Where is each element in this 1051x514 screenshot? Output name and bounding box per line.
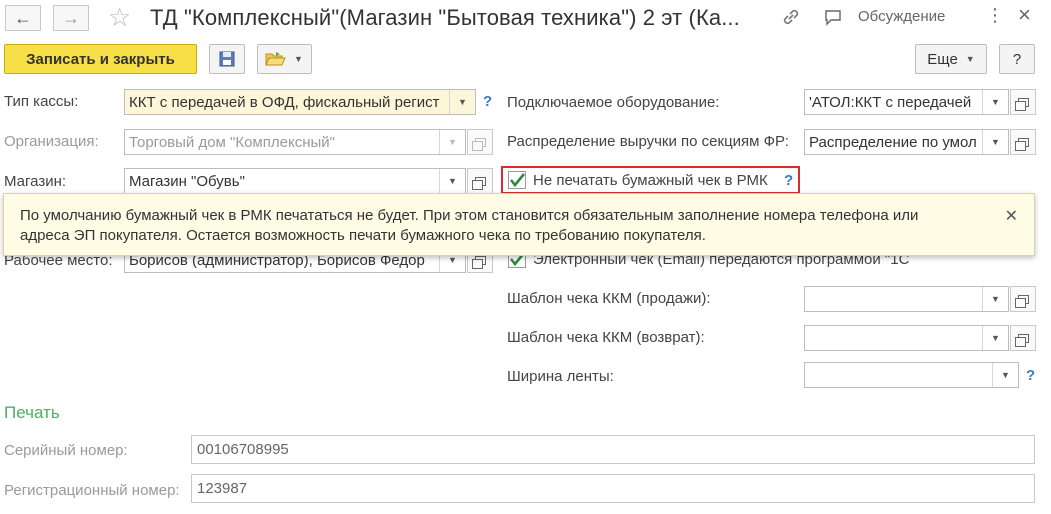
- help-icon[interactable]: ?: [483, 93, 492, 110]
- folder-open-icon: [265, 52, 286, 66]
- help-button[interactable]: ?: [999, 44, 1035, 74]
- help-icon[interactable]: ?: [1026, 367, 1035, 384]
- registration-number-field[interactable]: 123987: [191, 474, 1035, 503]
- revenue-distribution-value: Распределение по умол: [809, 133, 977, 151]
- chevron-down-icon[interactable]: ▼: [982, 90, 1008, 114]
- open-store-button[interactable]: [467, 168, 493, 194]
- store-label: Магазин:: [4, 173, 67, 190]
- organization-field: Торговый дом "Комплексный" ▼: [124, 129, 466, 155]
- open-form-icon: [1014, 294, 1029, 308]
- open-equipment-button[interactable]: [1010, 89, 1036, 115]
- chevron-down-icon[interactable]: ▼: [992, 363, 1018, 387]
- organization-label: Организация:: [4, 133, 99, 150]
- cash-type-label: Тип кассы:: [4, 93, 79, 110]
- open-receipt-template-return-button[interactable]: [1010, 325, 1036, 351]
- print-section-title: Печать: [4, 403, 60, 422]
- chevron-down-icon[interactable]: ▼: [449, 90, 475, 114]
- tooltip-popup: По умолчанию бумажный чек в РМК печатать…: [3, 193, 1035, 256]
- revenue-distribution-label: Распределение выручки по секциям ФР:: [507, 133, 789, 150]
- open-form-icon: [1014, 97, 1029, 111]
- open-form-icon: [471, 137, 486, 151]
- save-and-close-button[interactable]: Записать и закрыть: [4, 44, 197, 74]
- tape-width-field[interactable]: ▼: [804, 362, 1019, 388]
- back-button[interactable]: ←: [5, 5, 41, 31]
- save-button[interactable]: [209, 44, 245, 74]
- organization-value: Торговый дом "Комплексный": [129, 133, 335, 151]
- more-vertical-icon[interactable]: ⋮: [986, 5, 1004, 26]
- open-form-icon: [1014, 137, 1029, 151]
- forward-button[interactable]: →: [53, 5, 89, 31]
- open-receipt-template-sale-button[interactable]: [1010, 286, 1036, 312]
- chevron-down-icon[interactable]: ▼: [982, 130, 1008, 154]
- cash-type-field[interactable]: ККТ с передачей в ОФД, фискальный регист…: [124, 89, 476, 115]
- discussion-icon[interactable]: [824, 8, 842, 30]
- open-organization-button: [467, 129, 493, 155]
- store-value: Магазин "Обувь": [129, 172, 245, 190]
- discussion-link[interactable]: Обсуждение: [858, 8, 945, 25]
- cash-type-value: ККТ с передачей в ОФД, фискальный регист: [129, 93, 440, 111]
- tape-width-label: Ширина ленты:: [507, 368, 614, 385]
- favorite-star-icon[interactable]: ☆: [108, 2, 131, 33]
- close-icon[interactable]: ×: [1018, 2, 1031, 28]
- receipt-template-sale-field[interactable]: ▼: [804, 286, 1009, 312]
- chevron-down-icon: ▼: [294, 54, 303, 64]
- chevron-down-icon[interactable]: ▼: [982, 287, 1008, 311]
- more-button[interactable]: Еще ▼: [915, 44, 987, 74]
- receipt-template-return-label: Шаблон чека ККМ (возврат):: [507, 329, 705, 346]
- close-icon[interactable]: ✕: [1005, 206, 1018, 226]
- serial-number-field[interactable]: 00106708995: [191, 435, 1035, 464]
- open-form-icon: [471, 176, 486, 190]
- equipment-label: Подключаемое оборудование:: [507, 94, 720, 111]
- chevron-down-icon: ▼: [965, 54, 975, 64]
- floppy-disk-icon: [219, 51, 235, 67]
- store-field[interactable]: Магазин "Обувь" ▼: [124, 168, 466, 194]
- serial-number-label: Серийный номер:: [4, 442, 128, 459]
- more-button-label: Еще: [927, 50, 958, 68]
- open-revenue-distribution-button[interactable]: [1010, 129, 1036, 155]
- receipt-template-sale-label: Шаблон чека ККМ (продажи):: [507, 290, 711, 307]
- highlight-frame: [501, 166, 800, 194]
- chevron-down-icon[interactable]: ▼: [439, 169, 465, 193]
- link-icon[interactable]: [780, 6, 802, 32]
- open-form-icon: [1014, 333, 1029, 347]
- receipt-template-return-field[interactable]: ▼: [804, 325, 1009, 351]
- equipment-field[interactable]: 'АТОЛ:ККТ с передачей ▼: [804, 89, 1009, 115]
- window-title: ТД "Комплексный"(Магазин "Бытовая техник…: [150, 5, 740, 30]
- revenue-distribution-field[interactable]: Распределение по умол ▼: [804, 129, 1009, 155]
- arrow-left-icon: ←: [14, 7, 32, 28]
- equipment-value: 'АТОЛ:ККТ с передачей: [809, 93, 972, 111]
- open-form-icon: [471, 255, 486, 269]
- print-menu-button[interactable]: ▼: [257, 44, 312, 74]
- tooltip-text: По умолчанию бумажный чек в РМК печатать…: [20, 207, 919, 244]
- chevron-down-icon[interactable]: ▼: [982, 326, 1008, 350]
- arrow-right-icon: →: [62, 7, 80, 28]
- chevron-down-icon: ▼: [439, 130, 465, 154]
- registration-number-label: Регистрационный номер:: [4, 482, 180, 499]
